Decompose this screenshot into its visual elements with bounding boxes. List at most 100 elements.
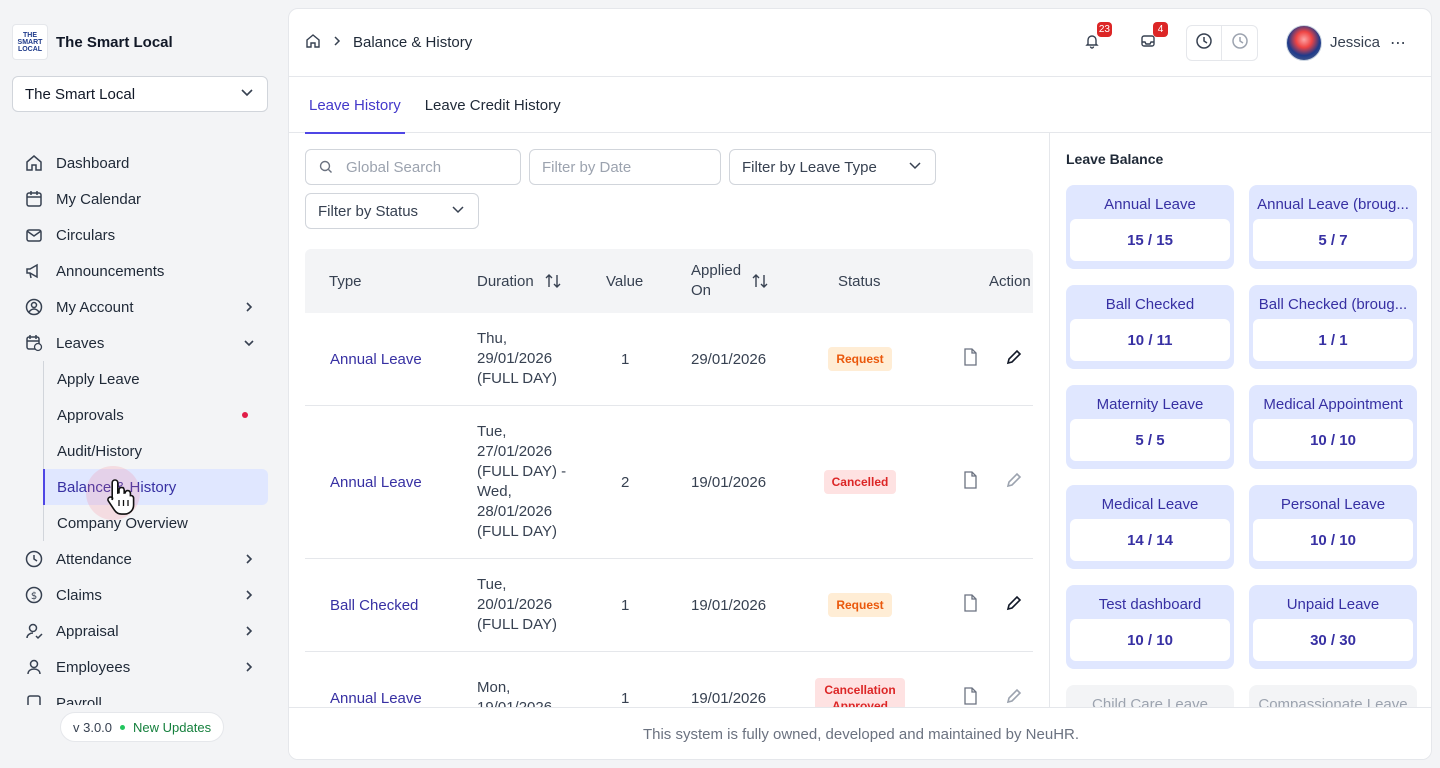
chevron-right-icon xyxy=(242,552,256,566)
user-circle-icon xyxy=(24,297,44,317)
leave-type-filter[interactable]: Filter by Leave Type xyxy=(729,149,936,185)
leave-type-link[interactable]: Ball Checked xyxy=(330,559,418,651)
leave-type-link[interactable]: Annual Leave xyxy=(330,406,422,558)
column-header-action: Action xyxy=(989,272,1031,290)
search-icon xyxy=(318,159,334,175)
status-badge: Cancelled xyxy=(823,470,897,494)
chevron-right-icon xyxy=(242,588,256,602)
leave-balance-name: Unpaid Leave xyxy=(1286,595,1380,613)
version-number: v 3.0.0 xyxy=(73,719,113,735)
nav-item-label: Attendance xyxy=(56,550,132,568)
version-badge[interactable]: v 3.0.0 New Updates xyxy=(60,712,225,742)
chevron-down-icon xyxy=(450,201,466,221)
leave-balance-name: Medical Leave xyxy=(1101,495,1199,513)
leave-balance-card[interactable]: Test dashboard 10 / 10 xyxy=(1066,585,1234,669)
nav-item-label: Employees xyxy=(56,658,131,676)
main-nav: Dashboard My Calendar Circulars Announce… xyxy=(12,145,268,705)
tab-leave-history[interactable]: Leave History xyxy=(305,77,405,134)
view-button[interactable] xyxy=(962,559,978,651)
nav-item-payroll[interactable]: Payroll xyxy=(12,685,268,705)
nav-item-attendance[interactable]: Attendance xyxy=(12,541,268,577)
nav-item-calendar[interactable]: My Calendar xyxy=(12,181,268,217)
nav-item-label: Dashboard xyxy=(56,154,130,172)
more-options-icon[interactable]: ⋯ xyxy=(1390,33,1407,53)
leave-balance-card[interactable]: Annual Leave (broug... 5 / 7 xyxy=(1249,185,1417,269)
column-header-duration[interactable]: Duration xyxy=(477,249,562,313)
view-button[interactable] xyxy=(962,406,978,558)
search-placeholder: Global Search xyxy=(346,158,442,176)
subnav-balance-history[interactable]: Balance & History xyxy=(43,469,268,505)
edit-button[interactable] xyxy=(1005,406,1023,558)
clock-in-button[interactable] xyxy=(1187,25,1223,60)
table-row: Ball Checked Tue, 20/01/2026 (FULL DAY) … xyxy=(305,559,1033,652)
nav-item-label: My Account xyxy=(56,298,134,316)
leave-balance-card[interactable]: Ball Checked 10 / 11 xyxy=(1066,285,1234,369)
nav-item-leaves[interactable]: Leaves xyxy=(12,325,268,361)
duration: Mon, 19/01/2026 xyxy=(477,679,552,707)
inbox-button[interactable]: 4 xyxy=(1134,21,1168,57)
leave-balance-title: Leave Balance xyxy=(1066,151,1164,167)
date-filter-placeholder: Filter by Date xyxy=(542,158,632,176)
leave-balance-card[interactable]: Ball Checked (broug... 1 / 1 xyxy=(1249,285,1417,369)
nav-item-claims[interactable]: $ Claims xyxy=(12,577,268,613)
leave-type-link[interactable]: Annual Leave xyxy=(330,313,422,405)
view-button[interactable] xyxy=(962,652,978,707)
leave-type-link[interactable]: Annual Leave xyxy=(330,652,422,707)
view-button[interactable] xyxy=(962,313,978,405)
status-badge: Cancellation Approved xyxy=(815,678,905,707)
logo-text-line: SMART xyxy=(17,38,43,46)
subnav-approvals[interactable]: Approvals xyxy=(44,397,268,433)
document-icon xyxy=(962,348,978,370)
calendar-icon xyxy=(24,189,44,209)
clock-icon xyxy=(24,549,44,569)
clock-in-out-group xyxy=(1185,24,1258,61)
footer-text: This system is fully owned, developed an… xyxy=(642,726,1080,743)
user-name[interactable]: Jessica xyxy=(1330,34,1380,51)
applied-on: 19/01/2026 xyxy=(691,596,767,614)
column-header-value: Value xyxy=(606,272,644,290)
applied-on: 19/01/2026 xyxy=(691,473,767,491)
leave-balance-card[interactable]: Maternity Leave 5 / 5 xyxy=(1066,385,1234,469)
leave-balance-card[interactable]: Medical Appointment 10 / 10 xyxy=(1249,385,1417,469)
content-area: Global Search Filter by Date Filter by L… xyxy=(289,133,1431,707)
leave-type: Ball Checked xyxy=(330,596,419,614)
nav-item-dashboard[interactable]: Dashboard xyxy=(12,145,268,181)
brand[interactable]: THE SMART LOCAL The Smart Local xyxy=(12,24,173,60)
column-header-applied-on[interactable]: Applied On xyxy=(691,249,769,313)
clock-out-button[interactable] xyxy=(1222,26,1257,60)
applied-on: 29/01/2026 xyxy=(691,350,767,368)
organization-select[interactable]: The Smart Local xyxy=(12,76,268,112)
subnav-apply-leave[interactable]: Apply Leave xyxy=(44,361,268,397)
edit-button[interactable] xyxy=(1005,559,1023,651)
subnav-audit-history[interactable]: Audit/History xyxy=(44,433,268,469)
duration: Thu, 29/01/2026 (FULL DAY) xyxy=(477,330,558,387)
notifications-button[interactable]: 23 xyxy=(1078,21,1112,57)
status-filter[interactable]: Filter by Status xyxy=(305,193,479,229)
nav-item-circulars[interactable]: Circulars xyxy=(12,217,268,253)
nav-item-announcements[interactable]: Announcements xyxy=(12,253,268,289)
leave-balance-card[interactable]: Child Care Leave xyxy=(1066,685,1234,707)
tab-leave-credit-history[interactable]: Leave Credit History xyxy=(425,77,561,133)
leave-balance-pane: Leave Balance Annual Leave 15 / 15 Annua… xyxy=(1049,133,1431,707)
leave-balance-card[interactable]: Compassionate Leave xyxy=(1249,685,1417,707)
global-search-input[interactable]: Global Search xyxy=(305,149,521,185)
nav-item-appraisal[interactable]: Appraisal xyxy=(12,613,268,649)
subnav-label: Apply Leave xyxy=(57,370,140,388)
home-icon[interactable] xyxy=(305,33,321,53)
subnav-company-overview[interactable]: Company Overview xyxy=(44,505,268,541)
nav-item-account[interactable]: My Account xyxy=(12,289,268,325)
leave-balance-card[interactable]: Annual Leave 15 / 15 xyxy=(1066,185,1234,269)
inbox-count-badge: 4 xyxy=(1152,21,1168,37)
date-filter-input[interactable]: Filter by Date xyxy=(529,149,721,185)
logo-text-line: LOCAL xyxy=(17,45,43,53)
avatar[interactable] xyxy=(1285,24,1322,61)
edit-button[interactable] xyxy=(1005,313,1023,405)
edit-button[interactable] xyxy=(1005,652,1023,707)
column-header-status: Status xyxy=(838,272,881,290)
leave-balance-card[interactable]: Unpaid Leave 30 / 30 xyxy=(1249,585,1417,669)
leave-balance-card[interactable]: Medical Leave 14 / 14 xyxy=(1066,485,1234,569)
nav-item-label: Leaves xyxy=(56,334,105,352)
nav-item-employees[interactable]: Employees xyxy=(12,649,268,685)
leave-balance-card[interactable]: Personal Leave 10 / 10 xyxy=(1249,485,1417,569)
chevron-right-icon xyxy=(242,300,256,314)
